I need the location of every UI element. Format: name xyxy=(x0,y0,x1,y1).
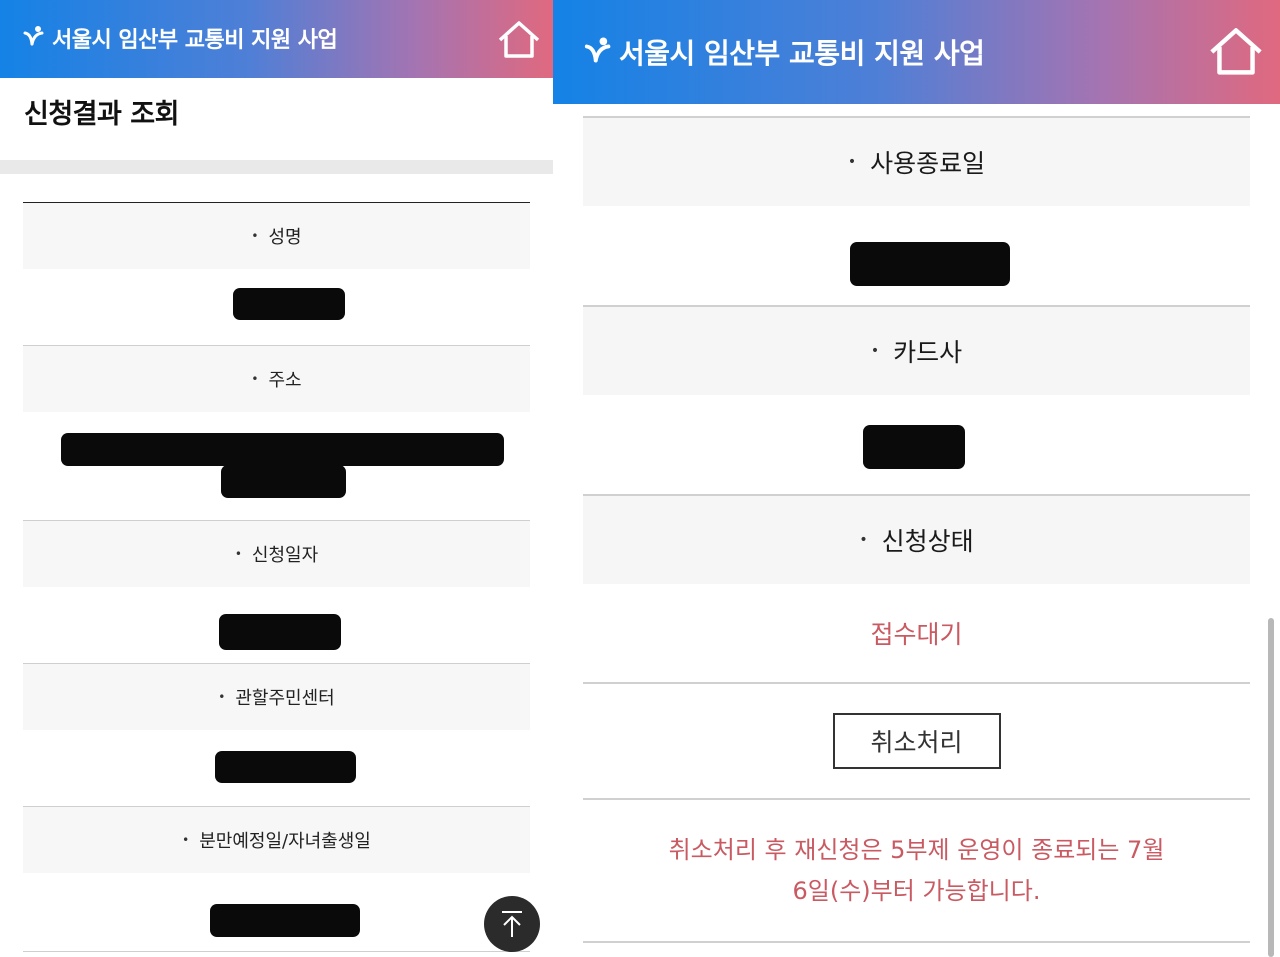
page-title: 신청결과 조회 xyxy=(24,99,179,130)
cancel-button[interactable]: 취소처리 xyxy=(832,713,1001,769)
row-label-name: • 성명 xyxy=(23,203,530,270)
app-header: 서울시 임산부 교통비 지원 사업 xyxy=(553,0,1280,104)
app-title: 서울시 임산부 교통비 지원 사업 xyxy=(619,37,985,70)
scroll-top-button[interactable] xyxy=(484,896,540,952)
row-label-card-company: • 카드사 xyxy=(583,307,1250,395)
row-label-address: • 주소 xyxy=(23,346,530,413)
app-title: 서울시 임산부 교통비 지원 사업 xyxy=(52,28,338,53)
row-label-apply-date: • 신청일자 xyxy=(23,521,530,588)
row-value-apply-date xyxy=(23,588,530,664)
left-screen: 서울시 임산부 교통비 지원 사업 신청결과 조회 • 성명 • 주소 • 신청일자 … xyxy=(0,0,553,957)
row-value-due-date xyxy=(23,874,530,952)
redacted-block xyxy=(219,614,341,650)
home-icon xyxy=(498,21,540,58)
result-table: • 성명 • 주소 • 신청일자 • 관할주민센터 • 분만예정일/자녀출생일 xyxy=(23,202,530,952)
redacted-block xyxy=(221,465,346,498)
redacted-block xyxy=(863,425,965,469)
app-header: 서울시 임산부 교통비 지원 사업 xyxy=(0,0,553,78)
seoul-logo-icon xyxy=(22,24,44,52)
redacted-block xyxy=(215,751,356,783)
home-icon xyxy=(1210,28,1262,75)
status-value: 접수대기 xyxy=(583,584,1250,684)
result-table: • 사용종료일 • 카드사 • 신청상태 접수대기 취소처리 취소처리 후 재신청은 … xyxy=(583,116,1250,943)
row-value-end-date xyxy=(583,206,1250,307)
home-button[interactable] xyxy=(497,20,541,60)
redacted-block xyxy=(850,242,1010,286)
home-button[interactable] xyxy=(1208,26,1264,78)
seoul-logo-icon xyxy=(583,35,611,70)
right-screen: 서울시 임산부 교통비 지원 사업 • 사용종료일 • 카드사 • 신청상태 접수대기… xyxy=(553,0,1280,957)
redacted-block xyxy=(210,904,360,937)
row-label-end-date: • 사용종료일 xyxy=(583,118,1250,206)
brand[interactable]: 서울시 임산부 교통비 지원 사업 xyxy=(583,32,985,72)
scrollbar[interactable] xyxy=(1268,618,1274,957)
brand[interactable]: 서울시 임산부 교통비 지원 사업 xyxy=(22,22,338,54)
row-value-address xyxy=(23,413,530,521)
row-value-name xyxy=(23,270,530,346)
arrow-up-to-top-icon xyxy=(502,911,522,937)
cancel-notice: 취소처리 후 재신청은 5부제 운영이 종료되는 7월 6일(수)부터 가능합니… xyxy=(583,800,1250,943)
cancel-row: 취소처리 xyxy=(583,684,1250,800)
notice-line-1: 취소처리 후 재신청은 5부제 운영이 종료되는 7월 xyxy=(668,835,1165,864)
notice-line-2: 6일(수)부터 가능합니다. xyxy=(792,876,1041,905)
row-value-card-company xyxy=(583,395,1250,496)
row-label-status: • 신청상태 xyxy=(583,496,1250,584)
divider-band xyxy=(0,160,553,174)
row-label-due-date: • 분만예정일/자녀출생일 xyxy=(23,807,530,874)
row-label-community-center: • 관할주민센터 xyxy=(23,664,530,731)
redacted-block xyxy=(233,288,345,320)
row-value-community-center xyxy=(23,731,530,807)
redacted-block xyxy=(61,433,504,466)
